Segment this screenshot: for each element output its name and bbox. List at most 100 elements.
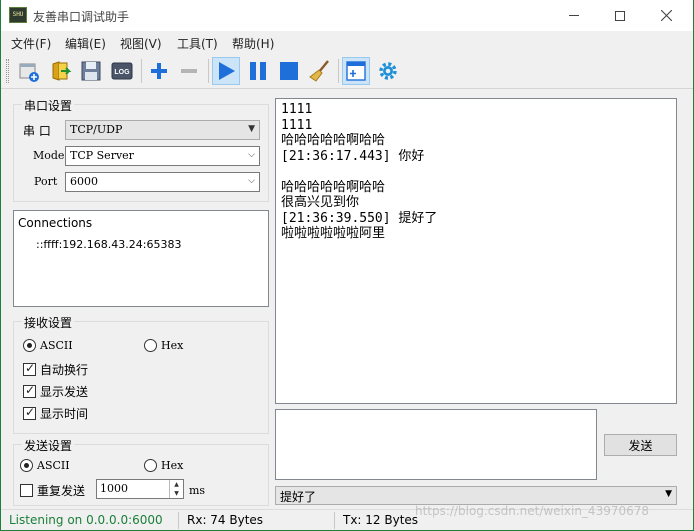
- received-line: 很高兴见到你: [281, 195, 360, 210]
- watermark: https://blog.csdn.net/weixin_43970678: [415, 504, 650, 518]
- port-number-value: 6000: [70, 175, 98, 188]
- port-number-select[interactable]: 6000 ⌵: [65, 172, 260, 192]
- title-bar: SHU 友善串口调试助手: [1, 0, 693, 31]
- spin-down-icon[interactable]: ▼: [170, 489, 183, 498]
- stop-button[interactable]: [275, 57, 303, 85]
- pause-button[interactable]: [244, 57, 272, 85]
- toolbar-separator: [338, 59, 339, 83]
- connections-list[interactable]: Connections ::ffff:192.168.43.24:65383: [13, 210, 269, 307]
- save-button[interactable]: [77, 57, 105, 85]
- clear-button[interactable]: [306, 57, 334, 85]
- port-label: 串 口: [23, 124, 51, 138]
- status-divider: [178, 512, 179, 529]
- log-icon-text: LOG: [114, 69, 130, 76]
- radio-selected-icon: [23, 339, 36, 352]
- receive-hex-radio[interactable]: Hex: [144, 339, 183, 352]
- checkbox-checked-icon: [23, 405, 36, 420]
- send-ascii-radio[interactable]: ASCII: [20, 459, 70, 472]
- new-window-button[interactable]: [15, 57, 43, 85]
- maximize-icon: [615, 10, 625, 21]
- run-button[interactable]: [212, 57, 240, 85]
- received-line: [21:36:39.550] 提好了: [281, 210, 438, 226]
- received-line: 1111: [281, 102, 313, 117]
- window-title: 友善串口调试助手: [33, 10, 130, 24]
- interval-unit-label: ms: [189, 484, 206, 497]
- checkbox-unchecked-icon: [20, 484, 33, 497]
- send-button[interactable]: 发送: [604, 434, 677, 456]
- menu-bar: 文件(F) 编辑(E) 视图(V) 工具(T) 帮助(H): [1, 31, 693, 53]
- send-hex-radio[interactable]: Hex: [144, 459, 183, 472]
- close-button[interactable]: [643, 0, 689, 31]
- menu-edit[interactable]: 编辑(E): [65, 35, 106, 52]
- send-input[interactable]: [275, 409, 597, 480]
- send-hex-label: Hex: [161, 459, 184, 472]
- radio-unselected-icon: [144, 339, 157, 352]
- receive-settings-group: 接收设置 ASCII Hex 自动换行 显示发送 显示时间: [13, 314, 269, 434]
- repeat-send-checkbox[interactable]: 重复发送: [20, 482, 85, 499]
- broom-icon: [309, 60, 329, 82]
- checkbox-checked-icon: [23, 383, 36, 398]
- received-line: [21:36:17.443] 你好: [281, 148, 425, 164]
- minimize-icon: [569, 15, 579, 16]
- spin-buttons[interactable]: ▲ ▼: [169, 480, 183, 498]
- toolbar-separator: [141, 59, 142, 83]
- listening-status: Listening on 0.0.0.0:6000: [9, 513, 163, 527]
- save-icon: [81, 61, 101, 81]
- open-icon: [52, 61, 72, 81]
- tx-count: Tx: 12 Bytes: [343, 513, 419, 527]
- show-time-label: 显示时间: [40, 407, 89, 421]
- show-time-checkbox[interactable]: 显示时间: [23, 405, 88, 422]
- receive-display[interactable]: 1111 1111 哈哈哈哈哈啊哈哈 [21:36:17.443] 你好 哈哈哈哈哈啊哈…: [275, 98, 677, 404]
- settings-button[interactable]: [374, 57, 402, 85]
- repeat-interval-input[interactable]: 1000 ▲ ▼: [96, 479, 184, 499]
- serial-settings-group: 串口设置 串 口 TCP/UDP ▼ Mode TCP Server ⌵ Por…: [13, 97, 269, 202]
- app-icon: SHU: [9, 7, 27, 23]
- close-icon: [660, 10, 672, 21]
- repeat-interval-value: 1000: [100, 482, 128, 495]
- dropdown-arrow-icon: ▼: [665, 489, 672, 499]
- send-ascii-label: ASCII: [37, 459, 70, 472]
- mode-select[interactable]: TCP Server ⌵: [65, 146, 260, 166]
- new-window-icon: [19, 63, 39, 82]
- receive-hex-label: Hex: [161, 339, 184, 352]
- spin-up-icon[interactable]: ▲: [170, 480, 183, 489]
- toolbar-separator: [208, 59, 209, 83]
- menu-file[interactable]: 文件(F): [11, 35, 51, 52]
- port-number-label: Port: [34, 175, 58, 188]
- received-line: 1111: [281, 117, 313, 133]
- window-layout-button[interactable]: [342, 57, 370, 85]
- received-line: 哈哈哈哈哈啊哈哈: [281, 133, 386, 148]
- window-layout-icon: [346, 61, 366, 81]
- received-line: 哈哈哈哈哈啊哈哈: [281, 179, 386, 195]
- menu-tools[interactable]: 工具(T): [177, 35, 218, 52]
- stop-icon: [280, 62, 298, 80]
- log-button[interactable]: LOG: [108, 57, 136, 85]
- gear-icon: [379, 62, 397, 80]
- show-send-checkbox[interactable]: 显示发送: [23, 383, 88, 400]
- remove-button[interactable]: [175, 57, 203, 85]
- chevron-down-icon: ⌵: [248, 150, 255, 160]
- minimize-button[interactable]: [551, 0, 597, 31]
- radio-selected-icon: [20, 459, 33, 472]
- maximize-button[interactable]: [597, 0, 643, 31]
- mode-select-value: TCP Server: [70, 149, 134, 162]
- send-history-select[interactable]: 提好了 ▼: [275, 486, 677, 505]
- connection-item[interactable]: ::ffff:192.168.43.24:65383: [36, 238, 181, 251]
- dropdown-arrow-icon: ▼: [248, 124, 255, 134]
- show-send-label: 显示发送: [40, 385, 89, 399]
- mode-label: Mode: [33, 149, 65, 162]
- send-history-value: 提好了: [280, 490, 317, 504]
- chevron-down-icon: ⌵: [248, 176, 255, 186]
- port-select[interactable]: TCP/UDP ▼: [65, 120, 260, 140]
- send-button-label: 发送: [628, 438, 653, 453]
- toolbar-grip[interactable]: [6, 59, 9, 83]
- add-button[interactable]: [145, 57, 173, 85]
- menu-help[interactable]: 帮助(H): [232, 35, 274, 52]
- repeat-send-label: 重复发送: [37, 484, 86, 498]
- auto-wrap-checkbox[interactable]: 自动换行: [23, 361, 88, 378]
- menu-view[interactable]: 视图(V): [120, 35, 162, 52]
- auto-wrap-label: 自动换行: [40, 363, 89, 377]
- receive-ascii-radio[interactable]: ASCII: [23, 339, 73, 352]
- port-select-value: TCP/UDP: [70, 123, 123, 136]
- open-button[interactable]: [47, 57, 75, 85]
